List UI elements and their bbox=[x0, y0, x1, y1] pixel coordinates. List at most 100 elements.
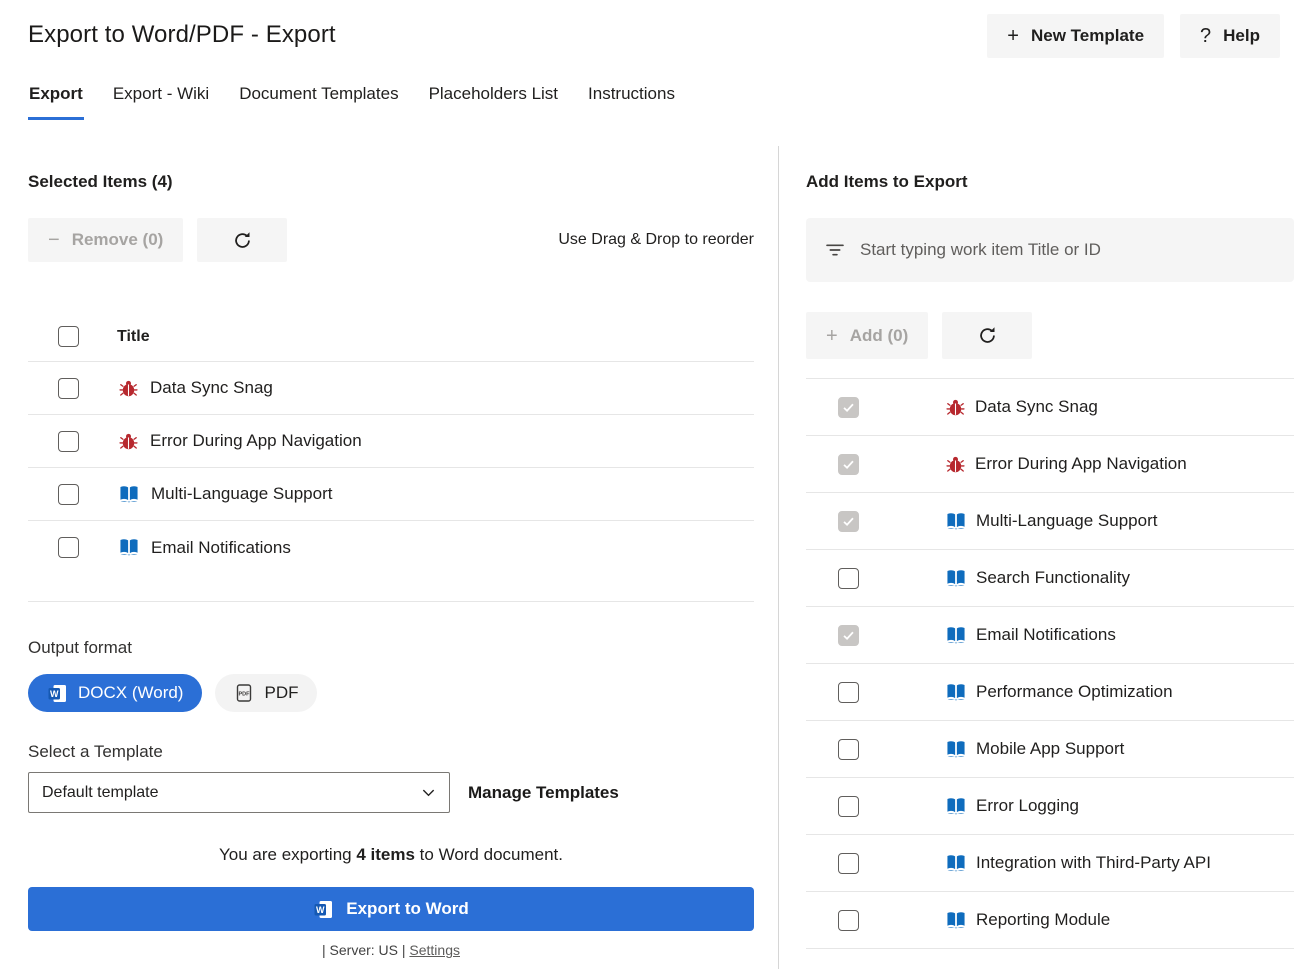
header: Export to Word/PDF - Export + New Templa… bbox=[0, 0, 1294, 58]
minus-icon: − bbox=[48, 230, 60, 250]
item-checkbox[interactable] bbox=[838, 511, 859, 532]
table-header-row: Title bbox=[28, 312, 754, 362]
item-title: Error Logging bbox=[976, 796, 1079, 816]
selected-items-list: Data Sync Snag bbox=[28, 362, 754, 574]
remove-button[interactable]: − Remove (0) bbox=[28, 218, 183, 262]
server-footer: | Server: US | Settings bbox=[28, 942, 754, 958]
available-item-row: Data Sync Snag bbox=[806, 379, 1294, 436]
item-title: Error During App Navigation bbox=[975, 454, 1187, 474]
add-items-toolbar: + Add (0) bbox=[806, 312, 1294, 359]
item-checkbox[interactable] bbox=[58, 431, 79, 452]
summary-count: 4 items bbox=[356, 845, 415, 864]
settings-link[interactable]: Settings bbox=[409, 942, 460, 958]
book-icon bbox=[946, 683, 966, 702]
export-button-label: Export to Word bbox=[346, 899, 468, 919]
item-checkbox[interactable] bbox=[838, 625, 859, 646]
item-title: Data Sync Snag bbox=[150, 378, 273, 398]
question-icon: ? bbox=[1200, 26, 1211, 46]
reorder-hint: Use Drag & Drop to reorder bbox=[558, 231, 754, 249]
selected-items-table: Title bbox=[28, 312, 754, 602]
tab[interactable]: Placeholders List bbox=[428, 84, 559, 120]
add-items-panel: Add Items to Export + Add (0) bbox=[806, 146, 1294, 969]
refresh-selected-button[interactable] bbox=[197, 218, 287, 262]
available-item-row: Reporting Module bbox=[806, 892, 1294, 949]
summary-prefix: You are exporting bbox=[219, 845, 356, 864]
item-checkbox[interactable] bbox=[58, 537, 79, 558]
filter-icon bbox=[824, 239, 846, 261]
manage-templates-link[interactable]: Manage Templates bbox=[468, 783, 619, 803]
item-checkbox[interactable] bbox=[838, 454, 859, 475]
item-checkbox[interactable] bbox=[838, 682, 859, 703]
template-label: Select a Template bbox=[28, 742, 754, 762]
item-checkbox[interactable] bbox=[58, 378, 79, 399]
available-item-row: Email Notifications bbox=[806, 607, 1294, 664]
item-title: Multi-Language Support bbox=[976, 511, 1157, 531]
export-to-word-button[interactable]: W Export to Word bbox=[28, 887, 754, 931]
available-item-row: Performance Optimization bbox=[806, 664, 1294, 721]
item-checkbox[interactable] bbox=[838, 796, 859, 817]
template-selected-value: Default template bbox=[42, 784, 159, 802]
refresh-available-button[interactable] bbox=[942, 312, 1032, 359]
item-title: Search Functionality bbox=[976, 568, 1130, 588]
item-checkbox[interactable] bbox=[58, 484, 79, 505]
bug-icon bbox=[946, 455, 965, 474]
header-actions: + New Template ? Help bbox=[987, 14, 1280, 58]
available-item-row: Integration with Third-Party API bbox=[806, 835, 1294, 892]
work-item-search[interactable] bbox=[806, 218, 1294, 282]
plus-icon: + bbox=[826, 326, 838, 346]
template-dropdown[interactable]: Default template bbox=[28, 772, 450, 813]
format-pdf-button[interactable]: PDF PDF bbox=[215, 674, 317, 712]
help-button[interactable]: ? Help bbox=[1180, 14, 1280, 58]
select-all-checkbox[interactable] bbox=[58, 326, 79, 347]
selected-item-row: Multi-Language Support bbox=[28, 468, 754, 521]
svg-text:PDF: PDF bbox=[239, 692, 251, 698]
item-title: Reporting Module bbox=[976, 910, 1110, 930]
item-title: Performance Optimization bbox=[976, 682, 1173, 702]
book-icon bbox=[946, 569, 966, 588]
book-icon bbox=[119, 538, 139, 557]
item-title: Email Notifications bbox=[151, 538, 291, 558]
refresh-icon bbox=[978, 326, 997, 345]
format-docx-label: DOCX (Word) bbox=[78, 683, 183, 703]
tab[interactable]: Instructions bbox=[587, 84, 676, 120]
item-checkbox[interactable] bbox=[838, 853, 859, 874]
template-row: Default template Manage Templates bbox=[28, 772, 754, 813]
tab[interactable]: Document Templates bbox=[238, 84, 399, 120]
item-checkbox[interactable] bbox=[838, 910, 859, 931]
page-title: Export to Word/PDF - Export bbox=[28, 14, 336, 49]
tab-bar: Export Export - Wiki Document Templates … bbox=[0, 84, 1294, 120]
format-pdf-label: PDF bbox=[264, 683, 298, 703]
book-icon bbox=[946, 512, 966, 531]
format-toggle: W DOCX (Word) PDF PDF bbox=[28, 674, 754, 712]
tab[interactable]: Export - Wiki bbox=[112, 84, 210, 120]
available-item-row: Error Logging bbox=[806, 778, 1294, 835]
format-docx-button[interactable]: W DOCX (Word) bbox=[28, 674, 202, 712]
search-input[interactable] bbox=[860, 240, 1276, 260]
bug-icon bbox=[119, 432, 138, 451]
selected-items-panel: Selected Items (4) − Remove (0) Use Drag… bbox=[0, 146, 778, 969]
new-template-button[interactable]: + New Template bbox=[987, 14, 1164, 58]
item-checkbox[interactable] bbox=[838, 739, 859, 760]
word-icon: W bbox=[313, 899, 334, 920]
available-item-row: Search Functionality bbox=[806, 550, 1294, 607]
selected-items-heading: Selected Items (4) bbox=[28, 172, 754, 192]
item-checkbox[interactable] bbox=[838, 397, 859, 418]
selected-item-row: Error During App Navigation bbox=[28, 415, 754, 468]
selected-item-row: Data Sync Snag bbox=[28, 362, 754, 415]
bug-icon bbox=[946, 398, 965, 417]
title-column-header: Title bbox=[117, 328, 150, 346]
item-checkbox[interactable] bbox=[838, 568, 859, 589]
add-button[interactable]: + Add (0) bbox=[806, 312, 928, 359]
available-item-row: Multi-Language Support bbox=[806, 493, 1294, 550]
refresh-icon bbox=[233, 231, 252, 250]
selected-items-toolbar: − Remove (0) Use Drag & Drop to reorder bbox=[28, 218, 754, 262]
vertical-divider bbox=[778, 146, 779, 969]
book-icon bbox=[946, 854, 966, 873]
svg-text:W: W bbox=[316, 905, 325, 915]
word-icon: W bbox=[47, 683, 68, 704]
book-icon bbox=[946, 911, 966, 930]
add-items-heading: Add Items to Export bbox=[806, 172, 1294, 192]
export-to-word-page: Export to Word/PDF - Export + New Templa… bbox=[0, 0, 1294, 972]
help-label: Help bbox=[1223, 26, 1260, 46]
tab[interactable]: Export bbox=[28, 84, 84, 120]
